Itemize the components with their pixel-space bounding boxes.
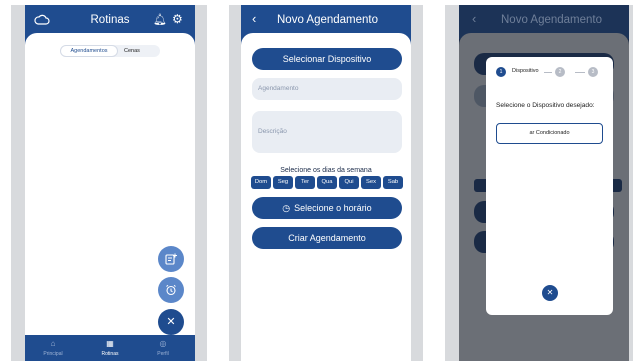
weekday-selector: Dom Seg Ter Qua Qui Sex Sab [251,176,403,189]
device-option[interactable]: ar Condicionado [496,123,603,144]
step-1-label: Dispositivo [512,68,539,74]
bell-icon[interactable]: 🔔︎ [153,13,167,26]
add-schedule-icon [165,253,177,265]
select-time-button[interactable]: ◷ Selecione o horário [252,197,402,219]
close-icon: ✕ [546,288,554,297]
page-title: Rotinas [90,14,130,26]
tab-cenas[interactable]: Cenas [124,45,140,57]
step-3-indicator: 3 [588,67,598,77]
gutter-right-2 [411,5,423,361]
back-arrow-icon[interactable]: ‹ [252,11,256,26]
schedule-name-input[interactable]: Agendamento [252,78,402,100]
gutter-right-1 [195,5,207,361]
screen-routines: Rotinas 🔔︎ ⚙︎ Agendamentos Cenas ✕ ⌂ Pri… [25,5,195,361]
close-modal-button[interactable]: ✕ [542,285,558,301]
nav-principal[interactable]: ⌂ Principal [33,339,73,357]
gear-icon[interactable]: ⚙︎ [172,12,183,26]
screen-new-schedule: ‹ Novo Agendamento Selecionar Dispositiv… [241,5,411,361]
bottom-navigation: ⌂ Principal ▦ Rotinas ◎ Perfil [25,335,195,361]
close-fab-button[interactable]: ✕ [158,309,184,335]
clock-icon: ◷ [282,202,291,213]
back-arrow-icon[interactable]: ‹ [472,11,476,26]
stepper: 1 Dispositivo 2 3 [496,67,606,77]
add-schedule-button[interactable] [158,246,184,272]
tab-agendamentos[interactable]: Agendamentos [60,45,118,57]
day-qui[interactable]: Qui [339,176,359,189]
gutter-left-3 [445,5,459,361]
close-icon: ✕ [166,315,176,328]
alarm-icon [166,284,176,296]
create-schedule-button[interactable]: Criar Agendamento [252,227,402,249]
home-icon: ⌂ [50,339,56,348]
day-ter[interactable]: Ter [295,176,315,189]
screen-device-modal: ‹ Novo Agendamento 1 Dispositivo 2 3 Sel… [459,5,629,361]
days-label: Selecione os dias da semana [280,167,372,174]
nav-label-perfil: Perfil [157,351,169,357]
nav-perfil[interactable]: ◎ Perfil [143,339,183,357]
gutter-right-3 [629,5,633,361]
page-title: Novo Agendamento [501,14,603,26]
day-seg[interactable]: Seg [273,176,293,189]
alarm-button[interactable] [158,277,184,303]
gutter-left-2 [229,5,241,361]
device-question: Selecione o Dispositivo desejado: [496,102,595,109]
content-card: Agendamentos Cenas ✕ [25,33,195,361]
step-2-indicator: 2 [555,67,565,77]
form-card: Selecionar Dispositivo Agendamento Descr… [241,33,411,361]
day-qua[interactable]: Qua [317,176,337,189]
select-device-button[interactable]: Selecionar Dispositivo [252,48,402,70]
calendar-icon: ▦ [106,339,114,348]
device-select-modal: 1 Dispositivo 2 3 Selecione o Dispositiv… [486,57,613,315]
nav-rotinas[interactable]: ▦ Rotinas [90,339,130,357]
day-sex[interactable]: Sex [361,176,381,189]
segmented-tabs: Agendamentos Cenas [60,45,160,57]
day-dom[interactable]: Dom [251,176,271,189]
select-time-label: Selecione o horário [294,203,372,213]
step-connector [544,72,552,73]
nav-label-rotinas: Rotinas [101,351,119,357]
nav-label-principal: Principal [43,351,63,357]
step-connector [575,72,585,73]
profile-icon: ◎ [159,339,167,348]
step-1-indicator: 1 [496,67,506,77]
gutter-left-1 [11,5,25,361]
description-input[interactable]: Descrição [252,111,402,153]
page-title: Novo Agendamento [277,14,379,26]
day-sab[interactable]: Sab [383,176,403,189]
